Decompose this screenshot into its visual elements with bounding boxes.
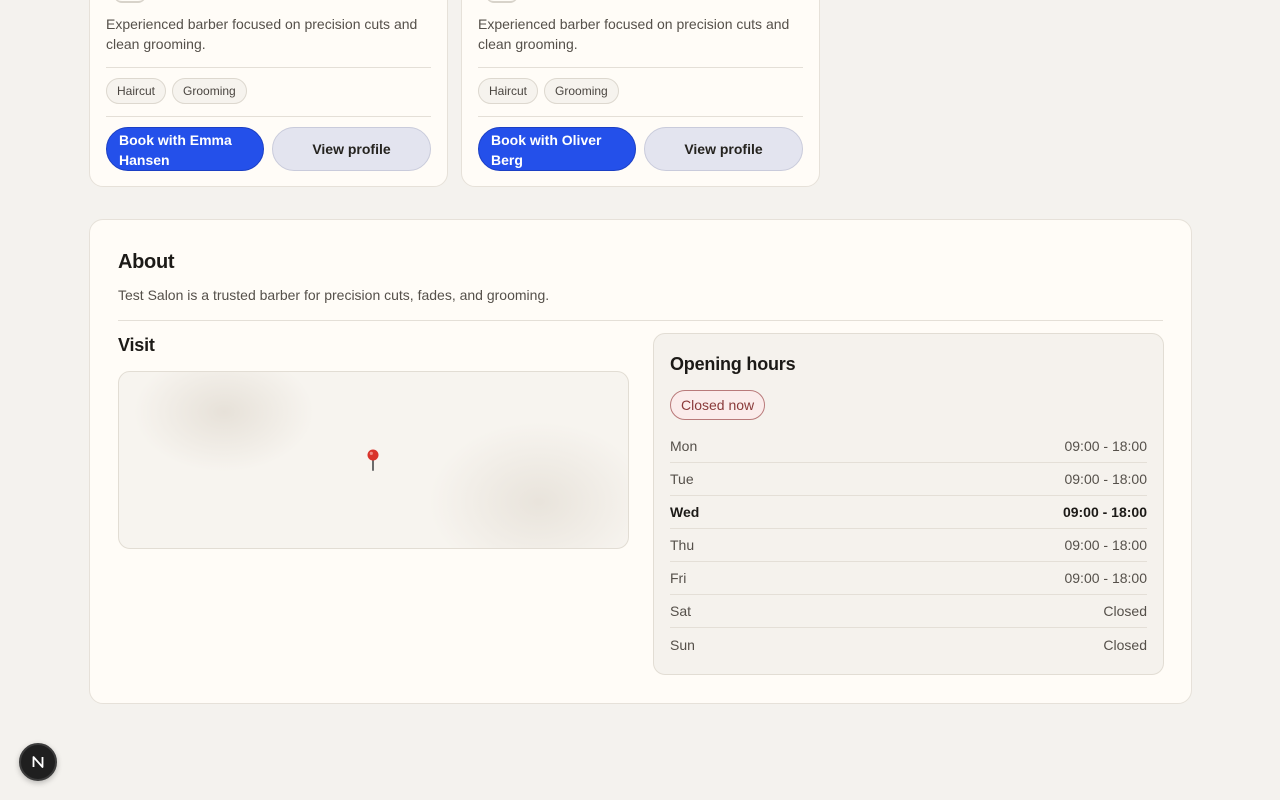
day-label: Thu [670,537,695,553]
opening-hours-heading: Opening hours [670,354,796,374]
service-tags: Haircut Grooming [478,78,619,104]
book-staff-button[interactable]: Book with Emma Hansen [106,127,264,171]
map-pin-icon [367,449,379,471]
staff-avatar [114,0,146,3]
divider [118,320,1163,321]
divider [106,67,431,68]
view-profile-button[interactable]: View profile [644,127,803,171]
about-panel: About Test Salon is a trusted barber for… [89,219,1192,704]
day-hours: 09:00 - 18:00 [1064,537,1147,553]
day-hours: 09:00 - 18:00 [1064,438,1147,454]
nextjs-dev-indicator-button[interactable] [19,743,57,781]
staff-card: Experienced barber focused on precision … [461,0,820,187]
staff-description: Experienced barber focused on precision … [106,16,418,52]
hours-list: Mon 09:00 - 18:00 Tue 09:00 - 18:00 Wed … [670,430,1147,661]
day-hours: 09:00 - 18:00 [1064,471,1147,487]
day-label: Wed [670,504,700,520]
hours-row: Thu 09:00 - 18:00 [670,529,1147,562]
location-map[interactable] [118,371,629,549]
divider [478,67,803,68]
service-tag: Haircut [106,78,167,104]
divider [478,116,803,117]
service-tags: Haircut Grooming [106,78,247,104]
day-label: Tue [670,471,694,487]
day-label: Sun [670,636,695,653]
about-text: Test Salon is a trusted barber for preci… [118,287,550,303]
staff-description: Experienced barber focused on precision … [478,16,790,52]
hours-row: Fri 09:00 - 18:00 [670,562,1147,595]
staff-avatar [486,0,518,3]
day-hours: 09:00 - 18:00 [1062,504,1147,520]
hours-row: Mon 09:00 - 18:00 [670,430,1147,463]
day-hours: Closed [1103,603,1147,619]
nextjs-logo-icon [32,756,44,768]
day-label: Fri [670,570,687,586]
staff-card: Experienced barber focused on precision … [89,0,448,187]
day-hours: 09:00 - 18:00 [1064,570,1147,586]
opening-hours-card: Opening hours Closed now Mon 09:00 - 18:… [653,333,1164,675]
hours-row: Sat Closed [670,595,1147,628]
service-tag: Grooming [172,78,247,104]
page: Experienced barber focused on precision … [0,0,1280,800]
hours-row: Tue 09:00 - 18:00 [670,463,1147,496]
book-staff-button[interactable]: Book with Oliver Berg [478,127,636,171]
visit-heading: Visit [118,335,155,355]
day-label: Mon [670,438,698,454]
hours-row-today: Wed 09:00 - 18:00 [670,496,1147,529]
service-tag: Grooming [544,78,619,104]
hours-row: Sun Closed [670,628,1147,661]
day-hours: Closed [1103,636,1147,653]
view-profile-button[interactable]: View profile [272,127,431,171]
service-tag: Haircut [478,78,539,104]
about-heading: About [118,251,175,273]
open-status-badge: Closed now [670,390,766,420]
divider [106,116,431,117]
day-label: Sat [670,603,692,619]
